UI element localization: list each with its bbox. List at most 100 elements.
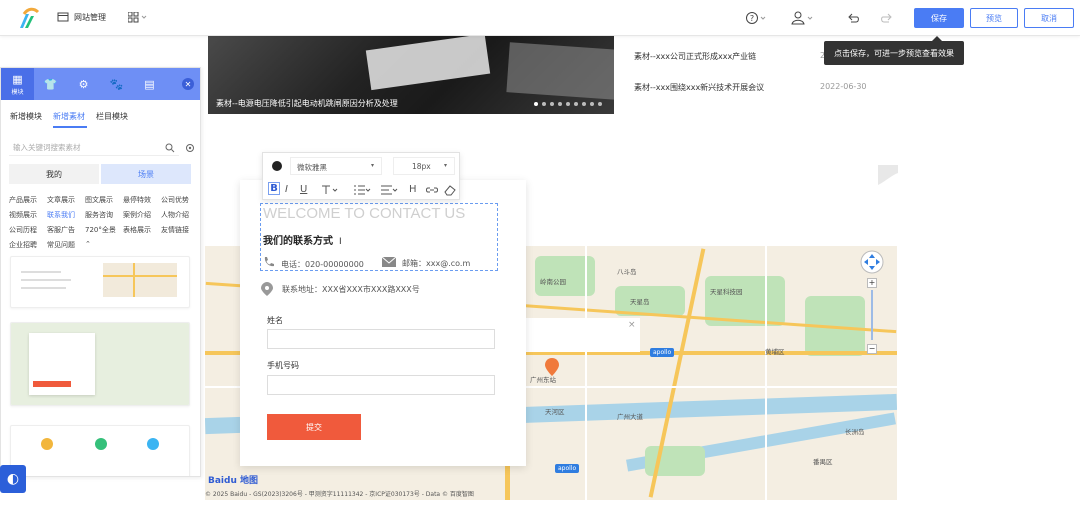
selected-text-block[interactable]: WELCOME TO CONTACT US 我们的联系方式 I 电话：020-0… [260,203,498,271]
submit-button[interactable]: 提交 [267,414,361,440]
tab-new-material[interactable]: 新增素材 [53,111,85,122]
bold-button[interactable]: B [268,182,280,195]
tab-new-module[interactable]: 新增模块 [10,111,42,122]
category-item[interactable]: 人物介绍 [161,210,189,220]
module-tab[interactable]: ▦ 模块 [1,68,34,100]
eraser-icon[interactable] [444,184,456,196]
phone-label: 手机号码 [267,361,299,370]
align-icon[interactable] [380,185,398,195]
apps-grid-icon[interactable] [128,12,148,23]
popup-close-icon[interactable]: × [628,320,636,330]
category-item[interactable]: 案例介绍 [123,210,151,220]
site-manage-link[interactable]: 网站管理 [74,12,106,23]
settings-icon[interactable] [185,143,195,153]
carousel-dot[interactable] [598,102,602,106]
help-icon[interactable]: ? [746,11,768,25]
map-zoom-control: + − [860,250,884,360]
corner-fold-icon [878,165,898,185]
phone-input[interactable] [267,375,495,395]
text-color-picker[interactable] [272,161,282,171]
category-item[interactable]: 服务咨询 [85,210,113,220]
paw-tab[interactable]: 🐾 [100,68,133,100]
news-item-title[interactable]: 素材--xxx围绕xxx新兴技术开展会议 [634,82,764,93]
category-item[interactable]: 720°全景 [85,225,116,235]
welcome-heading[interactable]: WELCOME TO CONTACT US [263,205,465,222]
category-item[interactable]: 产品展示 [9,195,37,205]
gear-tab[interactable]: ⚙ [67,68,100,100]
road [585,246,587,500]
category-item[interactable]: 公司优势 [161,195,189,205]
gear-icon: ⚙ [78,77,89,91]
category-item[interactable]: 常见问题 [47,240,75,250]
save-button[interactable]: 保存 [914,8,964,28]
zoom-in-button[interactable]: + [867,278,877,288]
paw-icon: 🐾 [109,77,124,91]
carousel-dot[interactable] [574,102,578,106]
hero-image-laptop [506,42,614,100]
hero-carousel[interactable]: 素材--电源电压降低引起电动机跳闸原因分析及处理 [208,36,614,114]
italic-button[interactable]: I [285,184,288,195]
map-label: 天河区 [545,408,565,416]
zoom-slider[interactable] [871,290,873,340]
carousel-dot[interactable] [590,102,594,106]
user-icon[interactable] [791,11,815,25]
email-text: 邮箱：xxx@.co.m [402,259,471,268]
map-pan-icon[interactable] [860,250,884,274]
category-item[interactable]: 联系我们 [47,210,75,220]
thumbnail-map [103,263,177,297]
material-thumbnail[interactable] [10,425,190,476]
help-assistant-icon[interactable]: ◐ [0,465,26,493]
collapse-chevron-icon[interactable]: ⌃ [85,240,91,248]
map-copyright: © 2025 Baidu - GS(2023)3206号 - 甲测资字11111… [205,491,474,498]
category-item[interactable]: 表格展示 [123,225,151,235]
carousel-dot[interactable] [558,102,562,106]
heading-button[interactable]: H [409,184,417,195]
category-item[interactable]: 文章展示 [47,195,75,205]
segment-mine[interactable]: 我的 [9,164,99,184]
carousel-dot[interactable] [582,102,586,106]
category-item[interactable]: 公司历程 [9,225,37,235]
location-icon [261,282,273,296]
news-item-title[interactable]: 素材--xxx公司正式形成xxx产业链 [634,51,756,62]
search-icon[interactable] [165,143,175,153]
carousel-dot[interactable] [542,102,546,106]
layout-tab[interactable]: ▤ [133,68,166,100]
svg-text:?: ? [750,14,754,23]
category-item[interactable]: 悬停特效 [123,195,151,205]
carousel-dot[interactable] [534,102,538,106]
phone-text: 电话：020-00000000 [281,260,364,269]
map-label: 天星岛 [630,298,650,306]
category-item[interactable]: 图文展示 [85,195,113,205]
category-item[interactable]: 企业招聘 [9,240,37,250]
category-item[interactable]: 视频展示 [9,210,37,220]
category-item[interactable]: 客服广告 [47,225,75,235]
link-icon[interactable] [426,185,438,195]
material-thumbnail[interactable] [10,322,190,406]
font-size-select[interactable]: 18px ▾ [393,157,455,175]
material-thumbnail[interactable] [10,256,190,308]
carousel-dot[interactable] [550,102,554,106]
cancel-button[interactable]: 取消 [1024,8,1074,28]
line-height-icon[interactable] [321,185,339,195]
category-item[interactable]: 友情链接 [161,225,189,235]
tab-column-module[interactable]: 栏目模块 [96,111,128,122]
undo-icon[interactable] [847,12,859,24]
font-family-select[interactable]: 微软雅黑 ▾ [290,157,382,175]
apollo-badge: apollo [555,464,580,473]
search-input[interactable]: 输入关键词搜索素材 [9,140,179,156]
underline-button[interactable]: U [300,184,307,195]
map-pin-icon[interactable] [545,358,559,376]
redo-icon[interactable] [881,12,893,24]
name-input[interactable] [267,329,495,349]
ordered-list-icon[interactable] [353,185,371,195]
name-label: 姓名 [267,316,283,325]
shirt-tab[interactable]: 👕 [34,68,67,100]
preview-button[interactable]: 预览 [970,8,1018,28]
carousel-dot[interactable] [566,102,570,106]
mail-icon [382,257,396,267]
zoom-out-button[interactable]: − [867,344,877,354]
app-logo-icon[interactable] [16,6,40,30]
contact-heading[interactable]: 我们的联系方式 [263,232,333,247]
segment-scene[interactable]: 场景 [101,164,191,184]
close-icon[interactable]: ✕ [182,78,194,90]
